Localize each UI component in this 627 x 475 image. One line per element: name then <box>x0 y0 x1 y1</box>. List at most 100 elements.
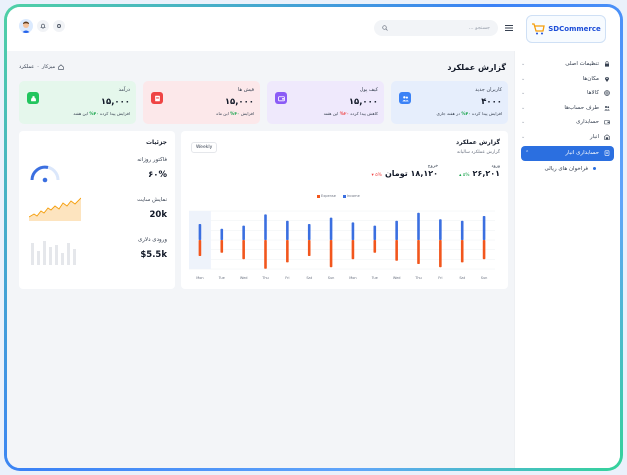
sidebar-item-accounting[interactable]: حسابداری ⌄ <box>515 115 620 130</box>
sidebar-item-label: مکان‌ها <box>582 75 599 82</box>
outgo-change-value: ۵% <box>375 173 382 178</box>
search-bar[interactable]: جستجو ... <box>374 20 498 36</box>
income-bar[interactable] <box>482 216 486 240</box>
x-tick-label: Wed <box>393 276 401 280</box>
expense-bar[interactable] <box>220 240 224 253</box>
x-tick-label: Mon <box>196 276 203 280</box>
sidebar-item-warehouse[interactable]: انبار ⌄ <box>515 130 620 145</box>
breadcrumb: میزکار · عملکرد <box>19 64 64 70</box>
breadcrumb-separator: · <box>37 64 39 70</box>
details-title: جزئیات <box>145 139 167 146</box>
expense-bar[interactable] <box>242 240 245 260</box>
legend-income-label: Income <box>346 194 360 198</box>
sidebar-item-warehouse-accounting[interactable]: حسابداری انبار ⌃ <box>521 146 614 161</box>
card-note-suffix: این هفته <box>323 111 339 116</box>
card-note-suffix: این هفته <box>73 111 89 116</box>
income-bar[interactable] <box>373 225 377 240</box>
income-bar[interactable] <box>264 214 267 240</box>
brand-name: SDCommerce <box>548 25 601 33</box>
legend-income: Income <box>342 194 360 198</box>
income-bar[interactable] <box>439 219 442 240</box>
performance-subtitle: گزارش عملکرد سالیانه <box>456 150 500 155</box>
home-icon[interactable] <box>58 64 64 70</box>
expense-bar[interactable] <box>482 240 486 260</box>
sidebar-subitem-rial-calls[interactable]: فراخوان های ریالی <box>515 161 620 177</box>
card-income[interactable]: درآمد ۱۵,۰۰۰ افزایش پیدا کرده ۴۰% این هف… <box>19 81 136 124</box>
bar-sparkline-icon <box>31 241 76 265</box>
expense-bar[interactable] <box>329 240 333 268</box>
performance-bar-chart: Mon Tue Wed Thu Fri Sat Sun Mon Tue Wed Thu Fri Sat S… <box>189 210 495 280</box>
income-bar[interactable] <box>395 220 398 240</box>
site-views-value: 20k <box>149 210 167 220</box>
sidebar-item-products[interactable]: کالاها ⌄ <box>515 86 620 101</box>
card-change: ۴۰% <box>89 111 99 116</box>
chevron-up-icon: ⌃ <box>525 150 530 157</box>
expense-bar[interactable] <box>395 240 398 261</box>
expense-bar[interactable] <box>373 240 377 253</box>
card-receipts[interactable]: فیش ها ۱۵,۰۰۰ افزایش ۴۰% این ماه <box>143 81 260 124</box>
expense-bar[interactable] <box>198 240 202 256</box>
income-bar[interactable] <box>351 222 355 240</box>
daily-invoice-label: فاکتور روزانه <box>137 157 167 163</box>
breadcrumb-home[interactable]: میزکار <box>42 64 55 70</box>
legend-expense-label: Expense <box>321 194 336 198</box>
card-title: کاربران جدید <box>475 87 502 93</box>
expense-bar[interactable] <box>439 240 442 268</box>
chevron-down-icon: ⌄ <box>521 119 526 126</box>
globe-icon <box>604 90 610 97</box>
income-bar[interactable] <box>220 228 224 240</box>
performance-panel: گزارش عملکرد گزارش عملکرد سالیانه Weekly… <box>181 131 508 289</box>
income-bar[interactable] <box>198 224 202 240</box>
card-value: ۱۵,۰۰۰ <box>224 97 254 107</box>
card-wallet[interactable]: کیف پول ۱۵,۰۰۰ کاهش پیدا کرده ۲۰% این هف… <box>267 81 384 124</box>
breadcrumb-current: عملکرد <box>19 64 35 70</box>
income-bar[interactable] <box>460 220 464 240</box>
notifications-button[interactable] <box>37 20 49 32</box>
sidebar-item-accounts[interactable]: طرف حساب‌ها ⌄ <box>515 101 620 116</box>
card-note-suffix: در هفته جاری <box>436 111 461 116</box>
details-panel: جزئیات فاکتور روزانه ۶۰% نمایش سایت 20k … <box>19 131 175 289</box>
chevron-down-icon: ⌄ <box>521 75 526 82</box>
income-change: ۵% ▴ <box>459 173 470 178</box>
header-actions <box>19 19 65 33</box>
outgo-stat: خروج ۱۸,۱۲۰ تومان ۵% ▾ <box>372 164 438 178</box>
map-pin-icon <box>605 76 609 82</box>
outgo-value: ۱۸,۱۲۰ تومان <box>384 169 438 178</box>
receipt-icon <box>151 92 163 104</box>
income-bar[interactable] <box>329 217 333 240</box>
card-note-prefix: افزایش پیدا کرده <box>100 111 130 116</box>
ledger-icon <box>604 150 610 156</box>
daily-invoice-value: ۶۰% <box>148 170 167 180</box>
income-change-value: ۵% <box>462 173 470 178</box>
expense-bar[interactable] <box>351 240 355 260</box>
card-new-users[interactable]: کاربران جدید ۴۰۰۰ افزایش پیدا کرده ۴۰% د… <box>391 81 508 124</box>
x-tick-label: Tue <box>218 276 225 280</box>
sidebar-item-main-settings[interactable]: تنظیمات اصلی ⌄ <box>515 57 620 72</box>
wallet-icon <box>604 120 610 125</box>
expense-bar[interactable] <box>286 240 289 263</box>
expense-bar[interactable] <box>307 240 311 256</box>
card-note-prefix: افزایش پیدا کرده <box>472 111 502 116</box>
settings-button[interactable] <box>53 20 65 32</box>
user-avatar[interactable] <box>19 19 33 33</box>
sidebar-item-locations[interactable]: مکان‌ها ⌄ <box>515 72 620 87</box>
expense-bar[interactable] <box>460 240 464 263</box>
income-bar[interactable] <box>242 225 245 240</box>
income-bar[interactable] <box>417 212 420 240</box>
hamburger-menu-icon[interactable] <box>504 23 514 33</box>
performance-title: گزارش عملکرد <box>456 139 500 146</box>
legend-expense: Expense <box>317 194 336 198</box>
expense-bar[interactable] <box>264 240 267 269</box>
income-bar[interactable] <box>286 220 289 240</box>
chevron-down-icon: ⌄ <box>521 133 526 140</box>
sidebar: تنظیمات اصلی ⌄ مکان‌ها ⌄ کالاها ⌄ طرف حس… <box>514 51 620 468</box>
brand-logo[interactable]: SDCommerce <box>526 15 606 43</box>
legend-expense-swatch <box>317 194 320 198</box>
income-bar[interactable] <box>307 224 311 240</box>
sidebar-item-label: طرف حساب‌ها <box>564 104 599 111</box>
card-title: کیف پول <box>359 87 378 93</box>
chevron-down-icon: ⌄ <box>521 90 526 97</box>
expense-bar[interactable] <box>417 240 420 264</box>
period-dropdown[interactable]: Weekly <box>191 142 218 153</box>
search-placeholder: جستجو ... <box>468 25 490 31</box>
